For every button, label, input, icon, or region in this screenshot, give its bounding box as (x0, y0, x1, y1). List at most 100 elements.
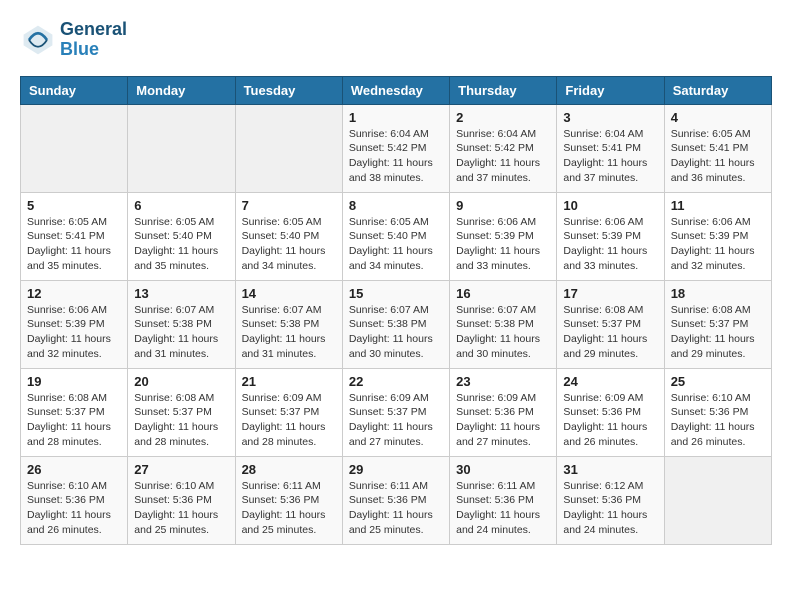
day-info: Sunrise: 6:07 AMSunset: 5:38 PMDaylight:… (456, 303, 550, 362)
day-info: Sunrise: 6:04 AMSunset: 5:42 PMDaylight:… (349, 127, 443, 186)
day-info: Sunrise: 6:11 AMSunset: 5:36 PMDaylight:… (349, 479, 443, 538)
day-number: 28 (242, 462, 336, 477)
day-number: 26 (27, 462, 121, 477)
day-info: Sunrise: 6:10 AMSunset: 5:36 PMDaylight:… (27, 479, 121, 538)
day-info: Sunrise: 6:05 AMSunset: 5:40 PMDaylight:… (242, 215, 336, 274)
calendar-cell: 2 Sunrise: 6:04 AMSunset: 5:42 PMDaylight… (450, 104, 557, 192)
calendar-cell: 17Sunrise: 6:08 AMSunset: 5:37 PMDayligh… (557, 280, 664, 368)
day-number: 31 (563, 462, 657, 477)
calendar-cell: 30 Sunrise: 6:11 AMSunset: 5:36 PMDayligh… (450, 456, 557, 544)
day-info: Sunrise: 6:09 AMSunset: 5:37 PMDaylight:… (242, 391, 336, 450)
page-header: General Blue (20, 20, 772, 60)
day-info: Sunrise: 6:07 AMSunset: 5:38 PMDaylight:… (242, 303, 336, 362)
day-number: 21 (242, 374, 336, 389)
calendar-cell: 4 Sunrise: 6:05 AMSunset: 5:41 PMDaylight… (664, 104, 771, 192)
calendar-cell (235, 104, 342, 192)
calendar-cell (128, 104, 235, 192)
calendar-cell: 21 Sunrise: 6:09 AMSunset: 5:37 PMDayligh… (235, 368, 342, 456)
day-info: Sunrise: 6:06 AMSunset: 5:39 PMDaylight:… (27, 303, 121, 362)
day-number: 20 (134, 374, 228, 389)
day-number: 25 (671, 374, 765, 389)
day-number: 2 (456, 110, 550, 125)
calendar-cell: 19 Sunrise: 6:08 AMSunset: 5:37 PMDayligh… (21, 368, 128, 456)
day-info: Sunrise: 6:07 AMSunset: 5:38 PMDaylight:… (134, 303, 228, 362)
calendar-cell: 26 Sunrise: 6:10 AMSunset: 5:36 PMDayligh… (21, 456, 128, 544)
day-info: Sunrise: 6:05 AMSunset: 5:40 PMDaylight:… (134, 215, 228, 274)
weekday-header-wednesday: Wednesday (342, 76, 449, 104)
calendar-cell: 22 Sunrise: 6:09 AMSunset: 5:37 PMDayligh… (342, 368, 449, 456)
day-info: Sunrise: 6:09 AMSunset: 5:37 PMDaylight:… (349, 391, 443, 450)
day-number: 6 (134, 198, 228, 213)
calendar-cell: 5 Sunrise: 6:05 AMSunset: 5:41 PMDaylight… (21, 192, 128, 280)
day-number: 24 (563, 374, 657, 389)
day-number: 4 (671, 110, 765, 125)
logo-icon (20, 22, 56, 58)
calendar-table: SundayMondayTuesdayWednesdayThursdayFrid… (20, 76, 772, 545)
day-info: Sunrise: 6:10 AMSunset: 5:36 PMDaylight:… (671, 391, 765, 450)
day-number: 1 (349, 110, 443, 125)
calendar-cell: 25 Sunrise: 6:10 AMSunset: 5:36 PMDayligh… (664, 368, 771, 456)
calendar-cell: 24 Sunrise: 6:09 AMSunset: 5:36 PMDayligh… (557, 368, 664, 456)
day-number: 30 (456, 462, 550, 477)
calendar-week-4: 19 Sunrise: 6:08 AMSunset: 5:37 PMDayligh… (21, 368, 772, 456)
calendar-cell: 15Sunrise: 6:07 AMSunset: 5:38 PMDayligh… (342, 280, 449, 368)
day-number: 11 (671, 198, 765, 213)
day-info: Sunrise: 6:04 AMSunset: 5:42 PMDaylight:… (456, 127, 550, 186)
logo: General Blue (20, 20, 127, 60)
day-number: 14 (242, 286, 336, 301)
day-number: 9 (456, 198, 550, 213)
weekday-header-sunday: Sunday (21, 76, 128, 104)
calendar-cell: 14 Sunrise: 6:07 AMSunset: 5:38 PMDayligh… (235, 280, 342, 368)
day-info: Sunrise: 6:08 AMSunset: 5:37 PMDaylight:… (134, 391, 228, 450)
calendar-cell: 12 Sunrise: 6:06 AMSunset: 5:39 PMDayligh… (21, 280, 128, 368)
calendar-cell: 16 Sunrise: 6:07 AMSunset: 5:38 PMDayligh… (450, 280, 557, 368)
weekday-header-monday: Monday (128, 76, 235, 104)
day-number: 19 (27, 374, 121, 389)
day-info: Sunrise: 6:05 AMSunset: 5:41 PMDaylight:… (27, 215, 121, 274)
day-info: Sunrise: 6:09 AMSunset: 5:36 PMDaylight:… (563, 391, 657, 450)
day-info: Sunrise: 6:08 AMSunset: 5:37 PMDaylight:… (563, 303, 657, 362)
calendar-cell: 20 Sunrise: 6:08 AMSunset: 5:37 PMDayligh… (128, 368, 235, 456)
calendar-cell: 23 Sunrise: 6:09 AMSunset: 5:36 PMDayligh… (450, 368, 557, 456)
weekday-header-tuesday: Tuesday (235, 76, 342, 104)
day-number: 29 (349, 462, 443, 477)
day-number: 16 (456, 286, 550, 301)
day-info: Sunrise: 6:06 AMSunset: 5:39 PMDaylight:… (671, 215, 765, 274)
calendar-cell (664, 456, 771, 544)
day-info: Sunrise: 6:10 AMSunset: 5:36 PMDaylight:… (134, 479, 228, 538)
day-info: Sunrise: 6:08 AMSunset: 5:37 PMDaylight:… (671, 303, 765, 362)
day-number: 22 (349, 374, 443, 389)
calendar-week-3: 12 Sunrise: 6:06 AMSunset: 5:39 PMDayligh… (21, 280, 772, 368)
calendar-header-row: SundayMondayTuesdayWednesdayThursdayFrid… (21, 76, 772, 104)
day-number: 12 (27, 286, 121, 301)
calendar-week-5: 26 Sunrise: 6:10 AMSunset: 5:36 PMDayligh… (21, 456, 772, 544)
calendar-cell: 18 Sunrise: 6:08 AMSunset: 5:37 PMDayligh… (664, 280, 771, 368)
day-info: Sunrise: 6:04 AMSunset: 5:41 PMDaylight:… (563, 127, 657, 186)
day-number: 23 (456, 374, 550, 389)
day-info: Sunrise: 6:07 AMSunset: 5:38 PMDaylight:… (349, 303, 443, 362)
calendar-cell: 27Sunrise: 6:10 AMSunset: 5:36 PMDayligh… (128, 456, 235, 544)
calendar-cell: 10 Sunrise: 6:06 AMSunset: 5:39 PMDayligh… (557, 192, 664, 280)
day-number: 5 (27, 198, 121, 213)
logo-text: General Blue (60, 20, 127, 60)
day-number: 18 (671, 286, 765, 301)
day-number: 10 (563, 198, 657, 213)
day-number: 8 (349, 198, 443, 213)
weekday-header-friday: Friday (557, 76, 664, 104)
calendar-cell: 7Sunrise: 6:05 AMSunset: 5:40 PMDaylight… (235, 192, 342, 280)
day-info: Sunrise: 6:11 AMSunset: 5:36 PMDaylight:… (456, 479, 550, 538)
day-info: Sunrise: 6:08 AMSunset: 5:37 PMDaylight:… (27, 391, 121, 450)
calendar-cell: 29 Sunrise: 6:11 AMSunset: 5:36 PMDayligh… (342, 456, 449, 544)
weekday-header-saturday: Saturday (664, 76, 771, 104)
day-info: Sunrise: 6:06 AMSunset: 5:39 PMDaylight:… (563, 215, 657, 274)
day-info: Sunrise: 6:11 AMSunset: 5:36 PMDaylight:… (242, 479, 336, 538)
calendar-cell: 8Sunrise: 6:05 AMSunset: 5:40 PMDaylight… (342, 192, 449, 280)
calendar-cell: 3Sunrise: 6:04 AMSunset: 5:41 PMDaylight… (557, 104, 664, 192)
calendar-cell (21, 104, 128, 192)
day-info: Sunrise: 6:05 AMSunset: 5:41 PMDaylight:… (671, 127, 765, 186)
calendar-cell: 6 Sunrise: 6:05 AMSunset: 5:40 PMDaylight… (128, 192, 235, 280)
calendar-cell: 11 Sunrise: 6:06 AMSunset: 5:39 PMDayligh… (664, 192, 771, 280)
day-number: 13 (134, 286, 228, 301)
weekday-header-thursday: Thursday (450, 76, 557, 104)
day-info: Sunrise: 6:09 AMSunset: 5:36 PMDaylight:… (456, 391, 550, 450)
